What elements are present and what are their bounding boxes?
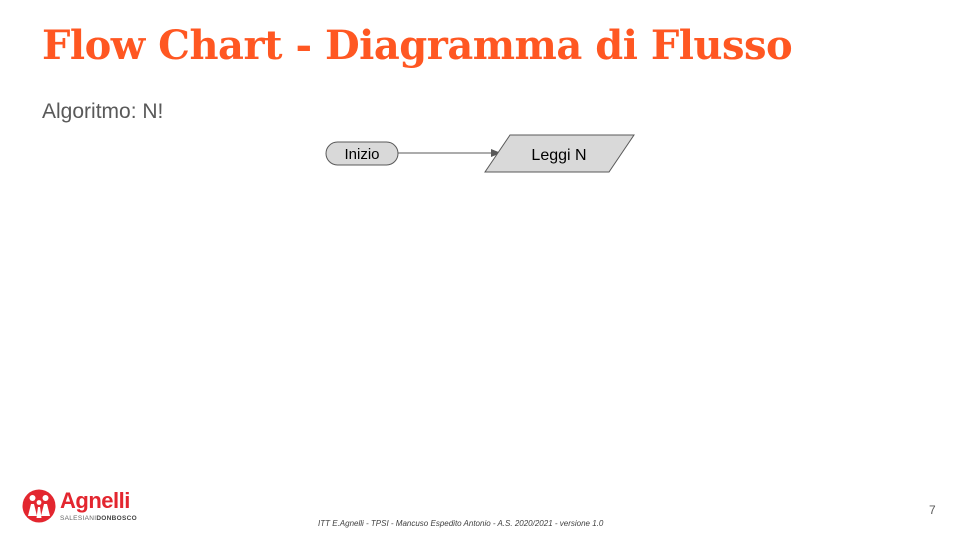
flow-node-start-label: Inizio bbox=[344, 146, 379, 163]
logo-mark-icon bbox=[22, 489, 56, 523]
logo-tagline-bold: DONBOSCO bbox=[96, 515, 137, 522]
logo-name: Agnelli bbox=[60, 488, 130, 513]
agnelli-logo: Agnelli SALESIANIDONBOSCO bbox=[22, 488, 137, 528]
logo-tagline: SALESIANIDONBOSCO bbox=[60, 515, 137, 522]
flow-node-start[interactable]: Inizio bbox=[325, 141, 399, 166]
flowchart: Inizio Leggi N bbox=[325, 134, 635, 173]
logo-tagline-light: SALESIANI bbox=[60, 515, 97, 522]
flow-node-read-n[interactable]: Leggi N bbox=[484, 134, 635, 173]
flow-node-read-n-label: Leggi N bbox=[531, 147, 586, 164]
page-number: 7 bbox=[929, 503, 936, 517]
footer-text: ITT E.Agnelli - TPSI - Mancuso Espedito … bbox=[318, 519, 604, 528]
